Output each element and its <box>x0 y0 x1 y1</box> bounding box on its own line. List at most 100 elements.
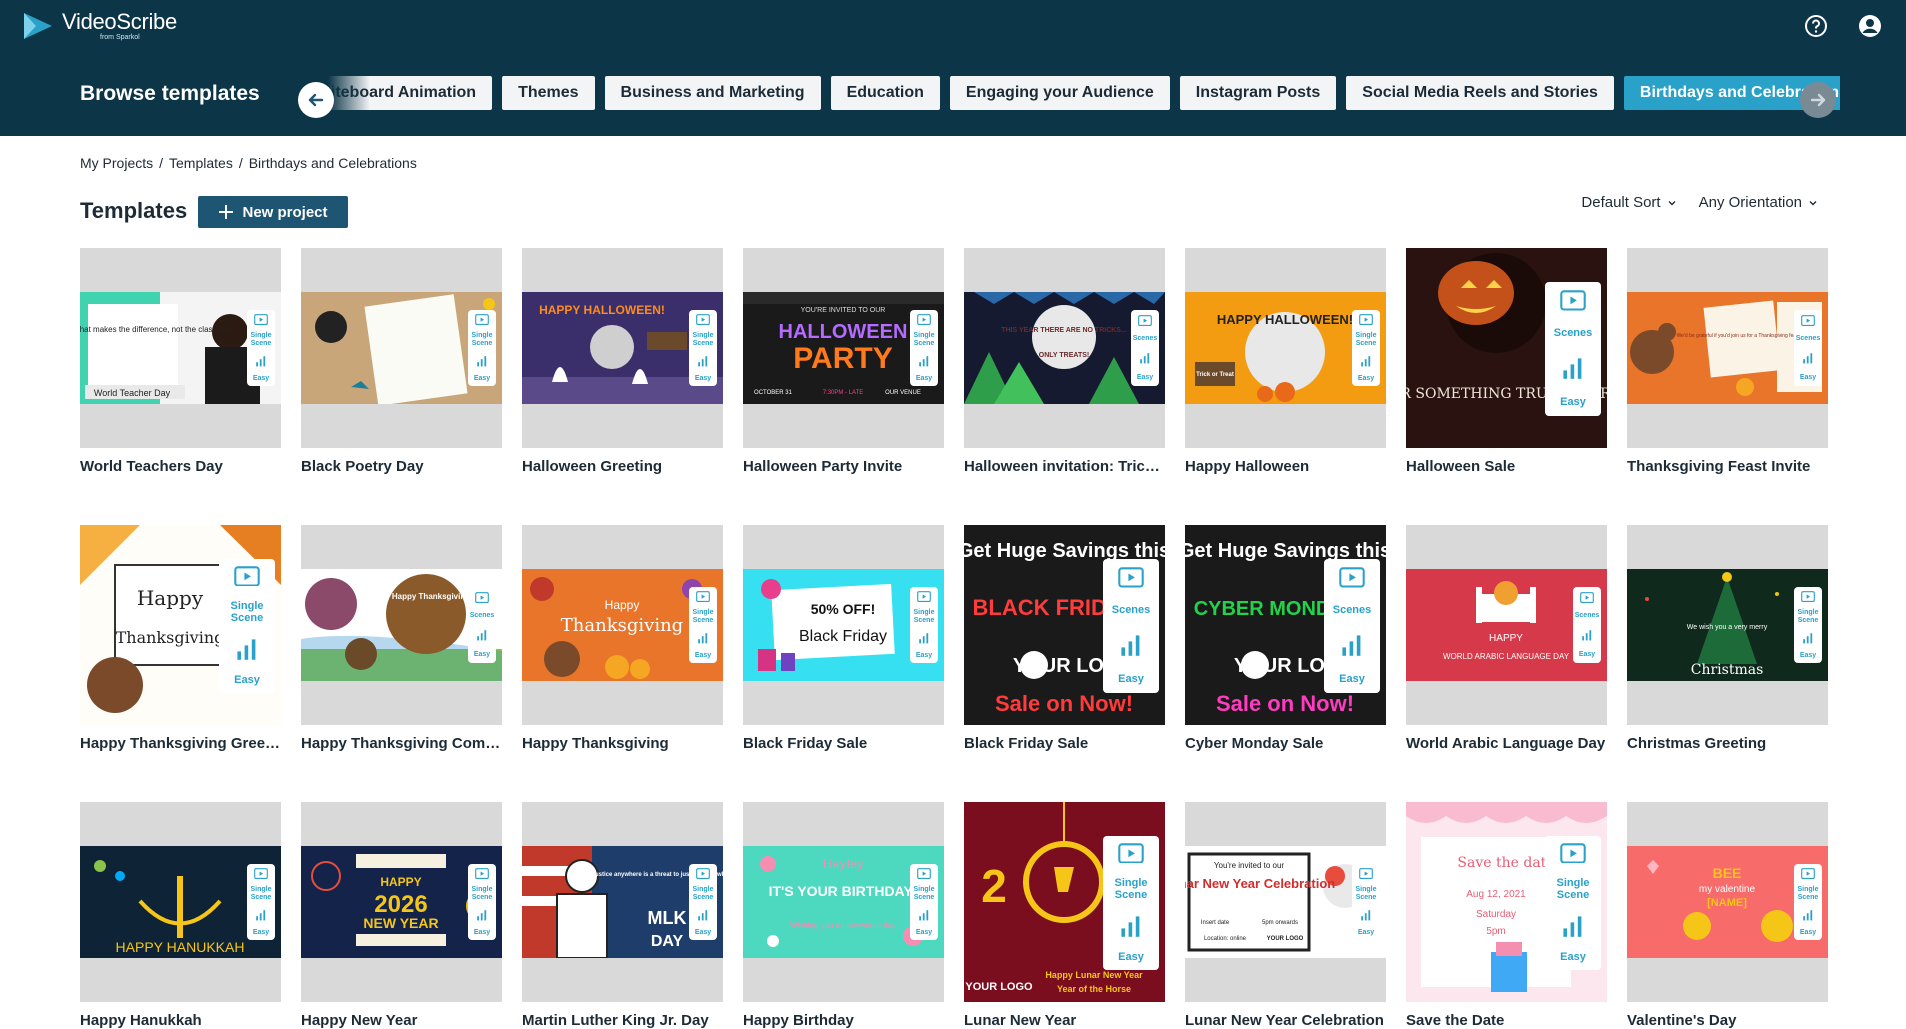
help-icon[interactable] <box>1802 12 1830 40</box>
template-thumbnail[interactable]: HAPPY HANUKKAH Single Scene Easy <box>80 802 281 1002</box>
template-thumbnail[interactable]: Get Huge Savings this CYBER MONDAY YOUR LO… <box>1185 525 1386 725</box>
template-card[interactable]: Save the date Aug 12, 2021 Saturday 5pm Sin… <box>1406 802 1607 1029</box>
template-card[interactable]: You're invited to our Lunar New Year Cele… <box>1185 802 1386 1029</box>
template-title[interactable]: Happy Halloween <box>1185 458 1386 475</box>
template-title[interactable]: Black Friday Sale <box>964 735 1165 752</box>
template-card[interactable]: 22YOUR LOGOHappy Lunar New YearYear of t… <box>964 802 1165 1029</box>
template-card[interactable]: HAPPY HANUKKAH Single Scene Easy Happy H… <box>80 802 281 1029</box>
template-title[interactable]: Happy Thanksgiving Greeting <box>80 735 281 752</box>
breadcrumb-templates[interactable]: Templates <box>169 155 233 171</box>
category-tab[interactable]: Engaging your Audience <box>949 76 1170 110</box>
template-card[interactable]: READY FOR SOMETHING TRULY SCARY...? Scen… <box>1406 248 1607 475</box>
template-title[interactable]: Black Friday Sale <box>743 735 944 752</box>
template-thumbnail[interactable]: HAPPY WORLD ARABIC LANGUAGE DAY Scenes Ea… <box>1406 525 1607 725</box>
account-icon[interactable] <box>1856 12 1884 40</box>
template-title[interactable]: Valentine's Day <box>1627 1012 1828 1029</box>
template-thumbnail[interactable]: Get Huge Savings this BLACK FRIDAY YOUR LO… <box>964 525 1165 725</box>
template-thumbnail[interactable]: HAPPY 2026 NEW YEAR Single Scene Easy <box>301 802 502 1002</box>
category-tab[interactable]: Education <box>830 76 940 110</box>
template-card[interactable]: HAPPY 2026 NEW YEAR Single Scene Easy Happ… <box>301 802 502 1029</box>
template-card[interactable]: Happy Thanksgiving Single Scene Easy Happ… <box>522 525 723 752</box>
scroll-right-button[interactable] <box>1800 82 1836 118</box>
template-title[interactable]: Martin Luther King Jr. Day <box>522 1012 723 1029</box>
template-thumbnail[interactable]: YOU'RE INVITED TO OUR HALLOWEEN PARTY OCTOB… <box>743 248 944 448</box>
template-title[interactable]: Thanksgiving Feast Invite <box>1627 458 1828 475</box>
template-thumbnail[interactable]: You're invited to our Lunar New Year Cele… <box>1185 802 1386 1002</box>
template-title[interactable]: Lunar New Year <box>964 1012 1165 1029</box>
template-thumbnail[interactable]: Hayley IT'S YOUR BIRTHDAY! Wishing you an … <box>743 802 944 1002</box>
template-title[interactable]: Happy Thanksgiving <box>522 735 723 752</box>
template-title[interactable]: Halloween Party Invite <box>743 458 944 475</box>
template-title[interactable]: Happy Birthday <box>743 1012 944 1029</box>
template-card[interactable]: Single Scene Easy Black Poetry Day <box>301 248 502 475</box>
thumb-text: Thanksgiving <box>561 615 683 636</box>
template-title[interactable]: Cyber Monday Sale <box>1185 735 1386 752</box>
template-thumbnail[interactable]: HAPPY HALLOWEEN! Trick or Treat Single Sc… <box>1185 248 1386 448</box>
template-thumbnail[interactable]: Happy Thanksgiving Scenes Easy <box>301 525 502 725</box>
template-thumbnail[interactable]: THIS YEAR THERE ARE NO TRICKS... ONLY TRE… <box>964 248 1165 448</box>
template-card[interactable]: HAPPY HALLOWEEN! Trick or Treat Single Sc… <box>1185 248 1386 475</box>
template-badge: Single Scene Easy <box>247 864 275 940</box>
template-card[interactable]: Happy Thanksgiving Scenes Easy Happy Tha… <box>301 525 502 752</box>
template-card[interactable]: Hayley IT'S YOUR BIRTHDAY! Wishing you an … <box>743 802 944 1029</box>
template-title[interactable]: World Arabic Language Day <box>1406 735 1607 752</box>
template-title[interactable]: Happy New Year <box>301 1012 502 1029</box>
template-thumbnail[interactable]: BEE my valentine [NAME] Single Scene Easy <box>1627 802 1828 1002</box>
template-card[interactable]: 50% OFF! Black Friday Single Scene Easy B… <box>743 525 944 752</box>
category-tab[interactable]: Themes <box>502 76 595 110</box>
template-title[interactable]: Lunar New Year Celebration <box>1185 1012 1386 1029</box>
template-card[interactable]: We'd be grateful if you'd join us for a … <box>1627 248 1828 475</box>
app-logo[interactable]: VideoScribe from Sparkol <box>22 9 177 43</box>
category-tab[interactable]: Instagram Posts <box>1179 76 1337 110</box>
template-card[interactable]: BEE my valentine [NAME] Single Scene Easy … <box>1627 802 1828 1029</box>
template-card[interactable]: It's the teacher that makes the differen… <box>80 248 281 475</box>
template-thumbnail[interactable]: Happy Thanksgiving Single Scene Easy <box>522 525 723 725</box>
badge-difficulty-label: Easy <box>915 651 933 659</box>
template-title[interactable]: Christmas Greeting <box>1627 735 1828 752</box>
badge-difficulty-label: Easy <box>252 928 270 936</box>
template-card[interactable]: Get Huge Savings this BLACK FRIDAY YOUR LO… <box>964 525 1165 752</box>
template-title[interactable]: Save the Date <box>1406 1012 1607 1029</box>
template-thumbnail[interactable]: READY FOR SOMETHING TRULY SCARY...? Scen… <box>1406 248 1607 448</box>
thumb-text: 2 <box>981 860 1007 912</box>
breadcrumb-my-projects[interactable]: My Projects <box>80 155 153 171</box>
category-tab[interactable]: Social Media Reels and Stories <box>1346 76 1614 110</box>
badge-difficulty-label: Easy <box>1560 951 1586 964</box>
template-title[interactable]: Black Poetry Day <box>301 458 502 475</box>
scroll-left-button[interactable] <box>298 82 334 118</box>
category-tab[interactable]: Business and Marketing <box>604 76 821 110</box>
orientation-label: Any Orientation <box>1698 194 1802 211</box>
orientation-dropdown[interactable]: Any Orientation <box>1699 194 1818 211</box>
template-card[interactable]: HAPPY WORLD ARABIC LANGUAGE DAY Scenes Ea… <box>1406 525 1607 752</box>
badge-difficulty-label: Easy <box>473 650 491 658</box>
thumb-text: Wishing you an awesome day <box>790 921 896 930</box>
template-thumbnail[interactable]: HAPPY HALLOWEEN! Single Scene Easy <box>522 248 723 448</box>
sort-dropdown[interactable]: Default Sort <box>1581 194 1676 211</box>
template-card[interactable]: Get Huge Savings this CYBER MONDAY YOUR LO… <box>1185 525 1386 752</box>
template-title[interactable]: Halloween Greeting <box>522 458 723 475</box>
template-thumbnail[interactable]: Save the date Aug 12, 2021 Saturday 5pm Sin… <box>1406 802 1607 1002</box>
template-card[interactable]: HAPPY HALLOWEEN! Single Scene Easy Hallo… <box>522 248 723 475</box>
template-thumbnail[interactable]: It's the teacher that makes the differen… <box>80 248 281 448</box>
template-thumbnail[interactable]: Single Scene Easy <box>301 248 502 448</box>
template-title[interactable]: Happy Hanukkah <box>80 1012 281 1029</box>
template-card[interactable]: Happy Thanksgiving Single Scene Easy Happ… <box>80 525 281 752</box>
template-title[interactable]: Halloween invitation: Trick or Treat <box>964 458 1165 475</box>
template-card[interactable]: THIS YEAR THERE ARE NO TRICKS... ONLY TRE… <box>964 248 1165 475</box>
template-thumbnail[interactable]: We'd be grateful if you'd join us for a … <box>1627 248 1828 448</box>
difficulty-bars-icon <box>1581 629 1593 641</box>
template-card[interactable]: YOU'RE INVITED TO OUR HALLOWEEN PARTY OCTOB… <box>743 248 944 475</box>
template-card[interactable]: "Injustice anywhere is a threat to justi… <box>522 802 723 1029</box>
template-title[interactable]: World Teachers Day <box>80 458 281 475</box>
template-thumbnail[interactable]: 50% OFF! Black Friday Single Scene Easy <box>743 525 944 725</box>
template-title[interactable]: Halloween Sale <box>1406 458 1607 475</box>
new-project-button[interactable]: New project <box>198 196 348 228</box>
template-thumbnail[interactable]: 22YOUR LOGOHappy Lunar New YearYear of t… <box>964 802 1165 1002</box>
breadcrumb-current[interactable]: Birthdays and Celebrations <box>249 155 417 171</box>
template-thumbnail[interactable]: "Injustice anywhere is a threat to justi… <box>522 802 723 1002</box>
template-card[interactable]: We wish you a very merry Christmas Single… <box>1627 525 1828 752</box>
play-icon <box>254 867 268 879</box>
template-title[interactable]: Happy Thanksgiving Company <box>301 735 502 752</box>
template-thumbnail[interactable]: We wish you a very merry Christmas Single… <box>1627 525 1828 725</box>
template-thumbnail[interactable]: Happy Thanksgiving Single Scene Easy <box>80 525 281 725</box>
